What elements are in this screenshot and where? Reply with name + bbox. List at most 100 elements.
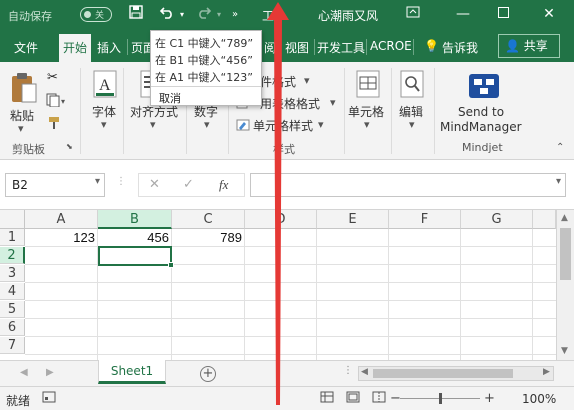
column-header[interactable]: D [245,210,317,229]
sheet-tab-sheet1[interactable]: Sheet1 [98,360,166,384]
close-icon[interactable]: ✕ [532,0,566,30]
format-as-table-button[interactable]: 用表格格式 [260,95,320,112]
name-box-dropdown-icon[interactable]: ▾ [95,176,100,187]
copy-icon[interactable]: ▾ [46,93,68,110]
cell-c1[interactable]: 789 [172,229,245,246]
number-dropdown-icon[interactable]: ▾ [204,118,210,131]
cells-dropdown-icon[interactable]: ▾ [364,118,370,131]
tab-developer[interactable]: 开发工具 [317,39,365,56]
format-painter-icon[interactable] [47,116,61,133]
add-sheet-icon[interactable]: + [200,366,216,382]
tab-split-handle-icon[interactable]: ⋮ [343,365,353,376]
cells-icon[interactable] [356,70,380,101]
scroll-thumb[interactable] [373,369,513,378]
undo-item[interactable]: 在 C1 中键入“789” [155,35,253,51]
expand-formula-bar-icon[interactable]: ▾ [556,176,561,187]
column-header[interactable] [533,210,556,229]
row-header[interactable]: 3 [0,265,25,282]
name-box[interactable]: B2 ▾ [5,173,105,197]
column-header[interactable]: F [389,210,461,229]
column-header[interactable]: B [98,210,172,229]
mindmanager-label[interactable]: MindManager [440,120,522,134]
scroll-thumb[interactable] [560,228,571,280]
zoom-level[interactable]: 100% [522,392,556,406]
cell-b1[interactable]: 456 [98,229,172,246]
scroll-up-icon[interactable]: ▲ [561,213,568,223]
tab-review[interactable]: 阅 [264,39,276,56]
next-sheet-icon[interactable]: ▶ [46,367,54,378]
row-header[interactable]: 2 [0,247,25,264]
autosave-toggle[interactable]: 关 [80,7,112,22]
editing-dropdown-icon[interactable]: ▾ [409,118,415,131]
tab-separator [280,39,281,55]
page-break-view-icon[interactable] [372,391,386,406]
font-icon[interactable]: A [93,70,117,101]
alignment-dropdown-icon[interactable]: ▾ [150,118,156,131]
fill-handle[interactable] [168,262,174,268]
share-button[interactable]: 👤 共享 [498,34,560,58]
tell-me-search[interactable]: 告诉我 [442,39,478,56]
tab-file[interactable]: 文件 [14,39,38,56]
tab-home[interactable]: 开始 [59,34,92,62]
column-header[interactable]: G [461,210,533,229]
zoom-in-icon[interactable]: + [484,391,495,406]
editing-icon[interactable] [400,70,424,101]
prev-sheet-icon[interactable]: ◀ [20,367,28,378]
select-all-corner[interactable] [0,210,25,229]
customize-qat-icon[interactable]: » [228,5,242,25]
scroll-right-icon[interactable]: ▶ [543,367,550,377]
scroll-left-icon[interactable]: ◀ [361,367,368,377]
row-header[interactable]: 7 [0,337,25,354]
conditional-formatting-dropdown-icon[interactable]: ▾ [304,74,310,87]
send-to-label[interactable]: Send to [458,105,504,119]
vertical-scrollbar[interactable]: ▲ ▼ [556,210,574,360]
column-header[interactable]: A [25,210,98,229]
column-header[interactable]: C [172,210,245,229]
normal-view-icon[interactable] [320,391,334,406]
undo-item[interactable]: 在 A1 中键入“123” [155,69,253,85]
worksheet-grid[interactable]: A B C D E F G 1 2 3 4 5 6 7 123 456 789 [0,210,556,360]
column-header[interactable]: E [317,210,389,229]
redo-icon[interactable] [193,5,215,25]
conditional-formatting-button[interactable]: 件格式 [260,73,296,90]
row-header[interactable]: 5 [0,301,25,318]
user-name[interactable]: 心潮雨又风 [318,7,378,24]
save-icon[interactable] [126,5,146,25]
formula-input[interactable]: ▾ [250,173,566,197]
row-header[interactable]: 6 [0,319,25,336]
undo-icon[interactable] [156,5,178,25]
active-cell-b2[interactable] [98,246,172,266]
maximize-icon[interactable] [486,0,520,30]
cell-styles-dropdown-icon[interactable]: ▾ [318,118,324,131]
row-header[interactable]: 1 [0,229,25,246]
format-as-table-dropdown-icon[interactable]: ▾ [330,96,336,109]
clipboard-launcher-icon[interactable]: ⬊ [66,142,73,151]
page-layout-view-icon[interactable] [346,391,360,406]
tab-acrobat[interactable]: ACROE [370,39,412,53]
undo-cancel-button[interactable]: 取消 [151,86,261,106]
paste-dropdown-icon[interactable]: ▾ [18,122,24,135]
cancel-icon[interactable]: ✕ [149,177,160,192]
tab-view[interactable]: 视图 [285,39,309,56]
ribbon-display-options-icon[interactable] [396,0,430,30]
enter-icon[interactable]: ✓ [183,177,194,192]
cut-icon[interactable]: ✂ [47,70,58,85]
formula-bar: B2 ▾ ⋮ ✕ ✓ fx ▾ [0,160,574,210]
mindmanager-icon[interactable] [468,70,500,105]
horizontal-scrollbar[interactable]: ◀ ▶ [358,366,554,381]
scroll-down-icon[interactable]: ▼ [561,346,568,356]
insert-function-icon[interactable]: fx [219,177,228,193]
macro-record-icon[interactable] [42,391,56,406]
tab-insert[interactable]: 插入 [97,39,121,56]
row-header[interactable]: 4 [0,283,25,300]
cell-styles-button[interactable]: 单元格样式 [253,117,313,134]
zoom-slider-knob[interactable] [439,393,442,404]
redo-dropdown-icon[interactable]: ▾ [214,5,224,25]
undo-dropdown-icon[interactable]: ▾ [177,5,187,25]
cell-a1[interactable]: 123 [25,229,98,246]
undo-item[interactable]: 在 B1 中键入“456” [155,52,253,68]
minimize-icon[interactable]: — [446,0,480,30]
paste-icon[interactable] [10,72,38,109]
collapse-ribbon-icon[interactable]: ⌃ [556,142,564,153]
font-dropdown-icon[interactable]: ▾ [101,118,107,131]
